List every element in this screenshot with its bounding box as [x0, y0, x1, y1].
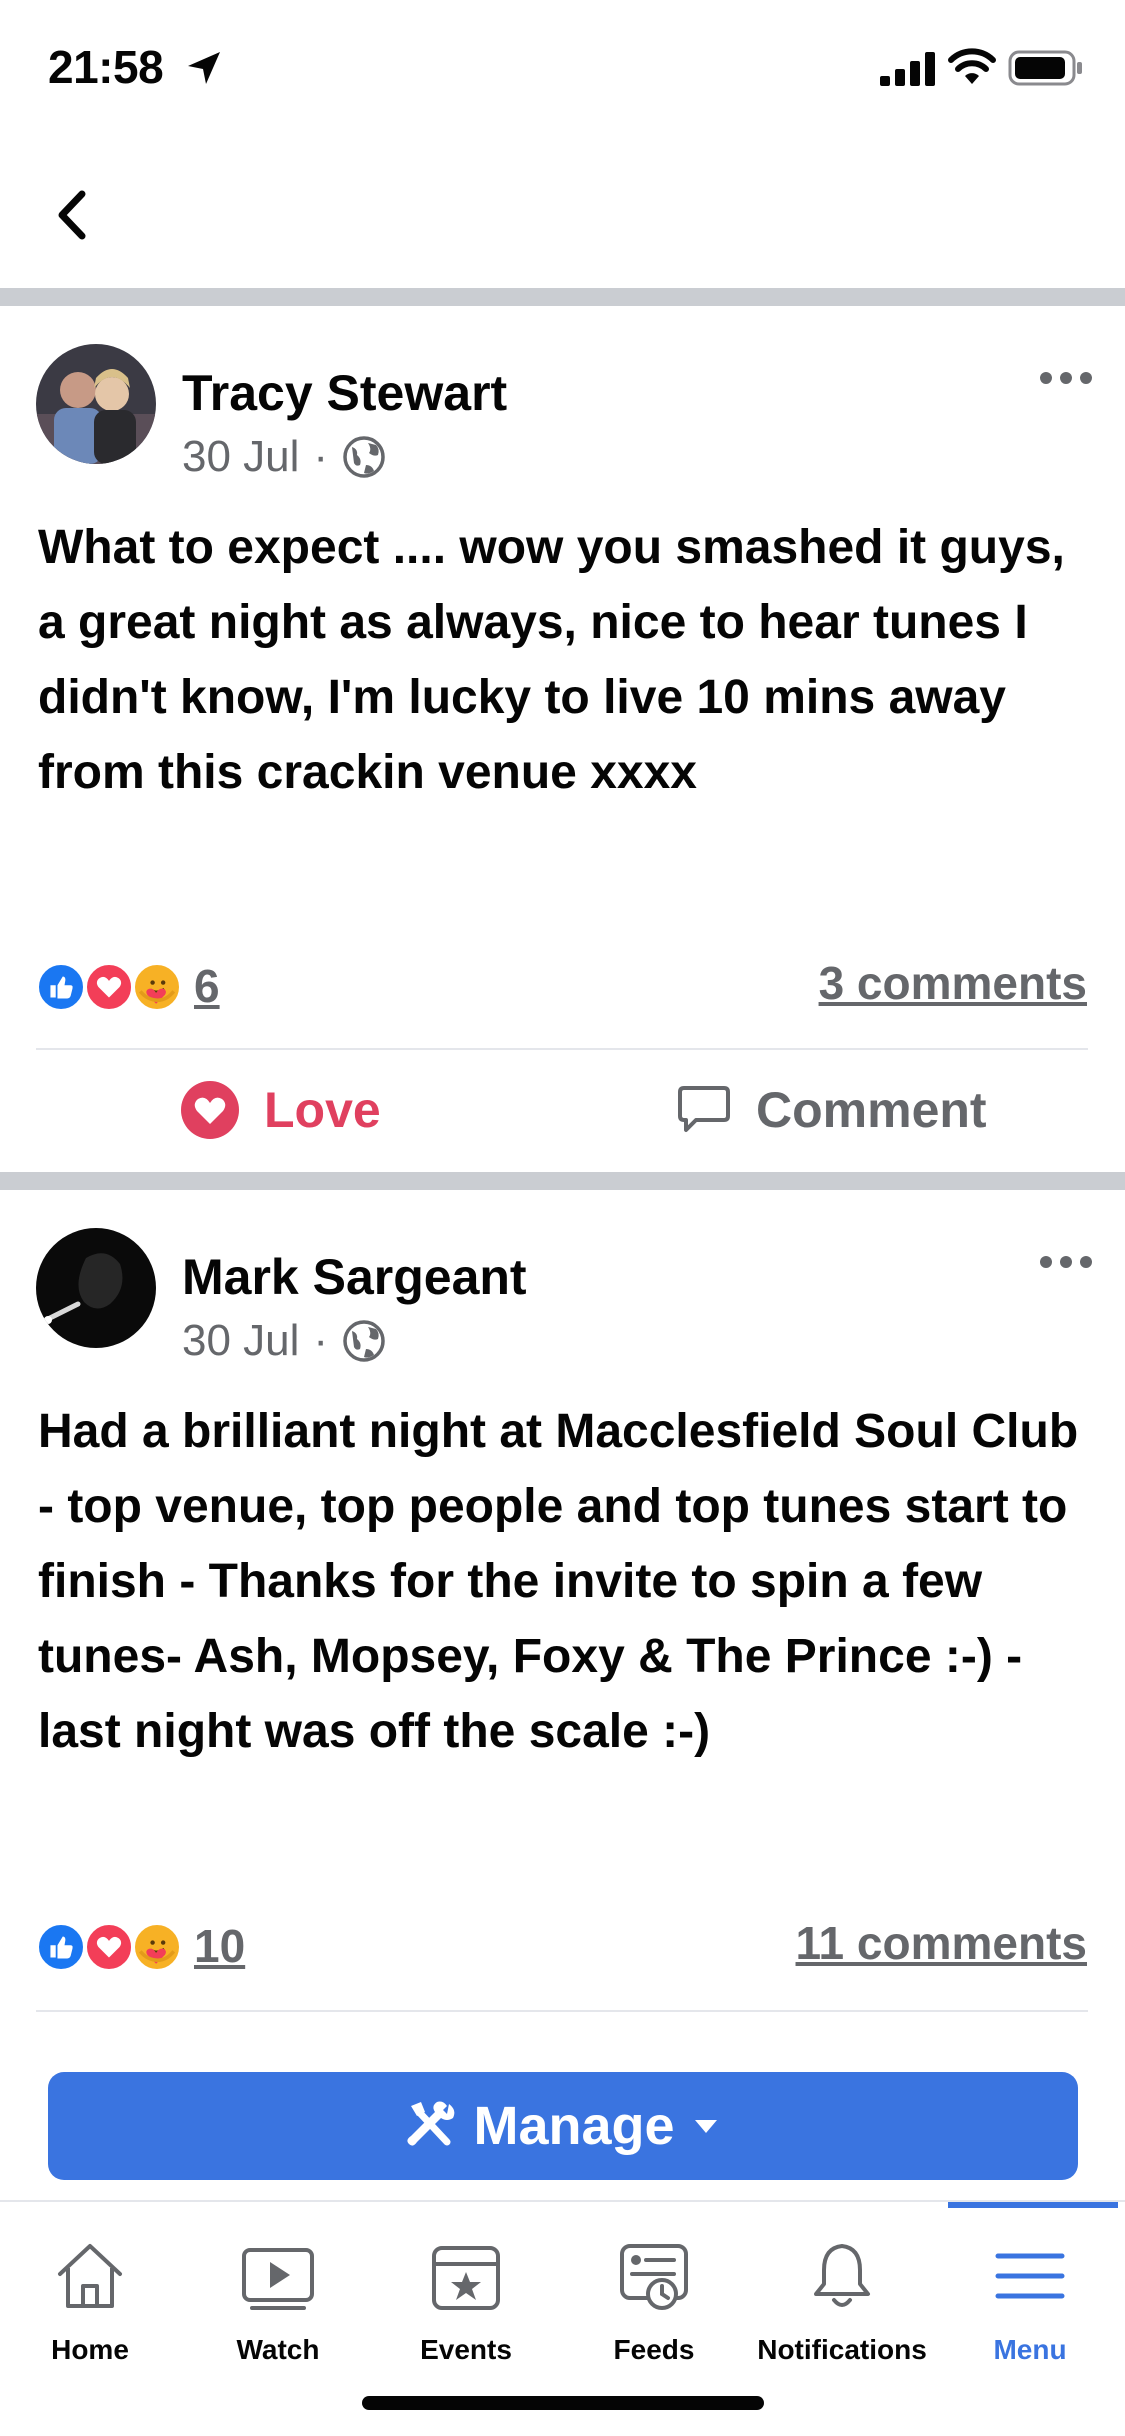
comment-icon: [678, 1086, 730, 1132]
status-time: 21:58: [48, 41, 164, 93]
post-actions: Love Comment: [0, 1050, 1125, 1170]
tab-home[interactable]: Home: [0, 2236, 184, 2366]
location-arrow-icon: [188, 52, 220, 84]
tab-label: Menu: [993, 2334, 1067, 2365]
post-author[interactable]: Tracy Stewart: [182, 364, 507, 422]
reaction-count[interactable]: 6: [194, 959, 220, 1013]
tab-feeds[interactable]: Feeds: [560, 2236, 748, 2366]
top-bar: [0, 140, 1125, 288]
chevron-down-icon: [694, 2120, 717, 2133]
signal-icon: [880, 52, 935, 86]
comments-count-link[interactable]: 11 comments: [796, 1916, 1087, 1970]
status-bar: 21:58: [0, 0, 1125, 140]
comment-button[interactable]: Comment: [676, 1050, 987, 1170]
meta-separator: ·: [313, 1316, 329, 1365]
reactions-summary[interactable]: 10: [36, 1916, 245, 1976]
comments-count-link[interactable]: 3 comments: [819, 956, 1087, 1010]
feeds-icon: [620, 2244, 688, 2310]
love-reaction-icon: [84, 1922, 134, 1972]
more-options-icon[interactable]: [1038, 1252, 1094, 1272]
tools-icon: [407, 2101, 455, 2146]
tab-notifications[interactable]: Notifications: [748, 2236, 936, 2366]
manage-label: Manage: [473, 2096, 675, 2156]
tab-label: Home: [51, 2334, 129, 2365]
love-label: Love: [264, 1082, 381, 1138]
love-reaction-icon: [84, 962, 134, 1012]
post-text: Had a brilliant night at Macclesfield So…: [38, 1405, 1079, 1758]
section-divider: [0, 1172, 1125, 1190]
tab-events[interactable]: Events: [372, 2236, 560, 2366]
wifi-icon: [948, 48, 996, 84]
tab-watch[interactable]: Watch: [184, 2236, 372, 2366]
more-options-icon[interactable]: [1038, 368, 1094, 388]
post-date: 30 Jul: [182, 1316, 300, 1365]
reactions-summary[interactable]: 6: [36, 956, 220, 1016]
tab-label: Events: [420, 2334, 512, 2365]
reaction-icons: [36, 1918, 184, 1974]
comment-label: Comment: [756, 1082, 987, 1138]
battery-icon: [1008, 50, 1082, 86]
tab-label: Notifications: [757, 2334, 927, 2365]
globe-icon: [343, 1320, 385, 1362]
post-text: What to expect .... wow you smashed it g…: [38, 521, 1065, 799]
reaction-icons: [36, 958, 184, 1014]
manage-button[interactable]: Manage: [48, 2072, 1078, 2180]
section-divider: [0, 288, 1125, 306]
like-reaction-icon: [36, 962, 86, 1012]
home-icon: [58, 2244, 122, 2308]
avatar[interactable]: [36, 344, 156, 464]
avatar[interactable]: [36, 1228, 156, 1348]
care-reaction-icon: [132, 962, 182, 1012]
love-icon: [181, 1081, 239, 1139]
like-reaction-icon: [36, 1922, 86, 1972]
back-arrow-icon[interactable]: [40, 180, 110, 250]
active-tab-indicator: [948, 2202, 1118, 2208]
tab-menu[interactable]: Menu: [936, 2236, 1124, 2366]
events-icon: [432, 2246, 500, 2310]
reaction-count[interactable]: 10: [194, 1919, 245, 1973]
post-meta: 30 Jul ·: [182, 1316, 386, 1366]
post-meta: 30 Jul ·: [182, 432, 386, 482]
post-divider: [36, 2010, 1088, 2012]
manage-bar: Manage: [0, 2044, 1125, 2200]
care-reaction-icon: [132, 1922, 182, 1972]
menu-icon: [995, 2253, 1065, 2299]
tab-label: Feeds: [613, 2334, 695, 2365]
watch-icon: [242, 2248, 314, 2310]
meta-separator: ·: [313, 432, 329, 481]
home-indicator: [362, 2396, 764, 2410]
tab-label: Watch: [236, 2334, 320, 2365]
globe-icon: [343, 436, 385, 478]
love-button[interactable]: Love: [180, 1050, 381, 1170]
bell-icon: [814, 2244, 870, 2307]
post-author[interactable]: Mark Sargeant: [182, 1248, 527, 1306]
post-date: 30 Jul: [182, 432, 300, 481]
